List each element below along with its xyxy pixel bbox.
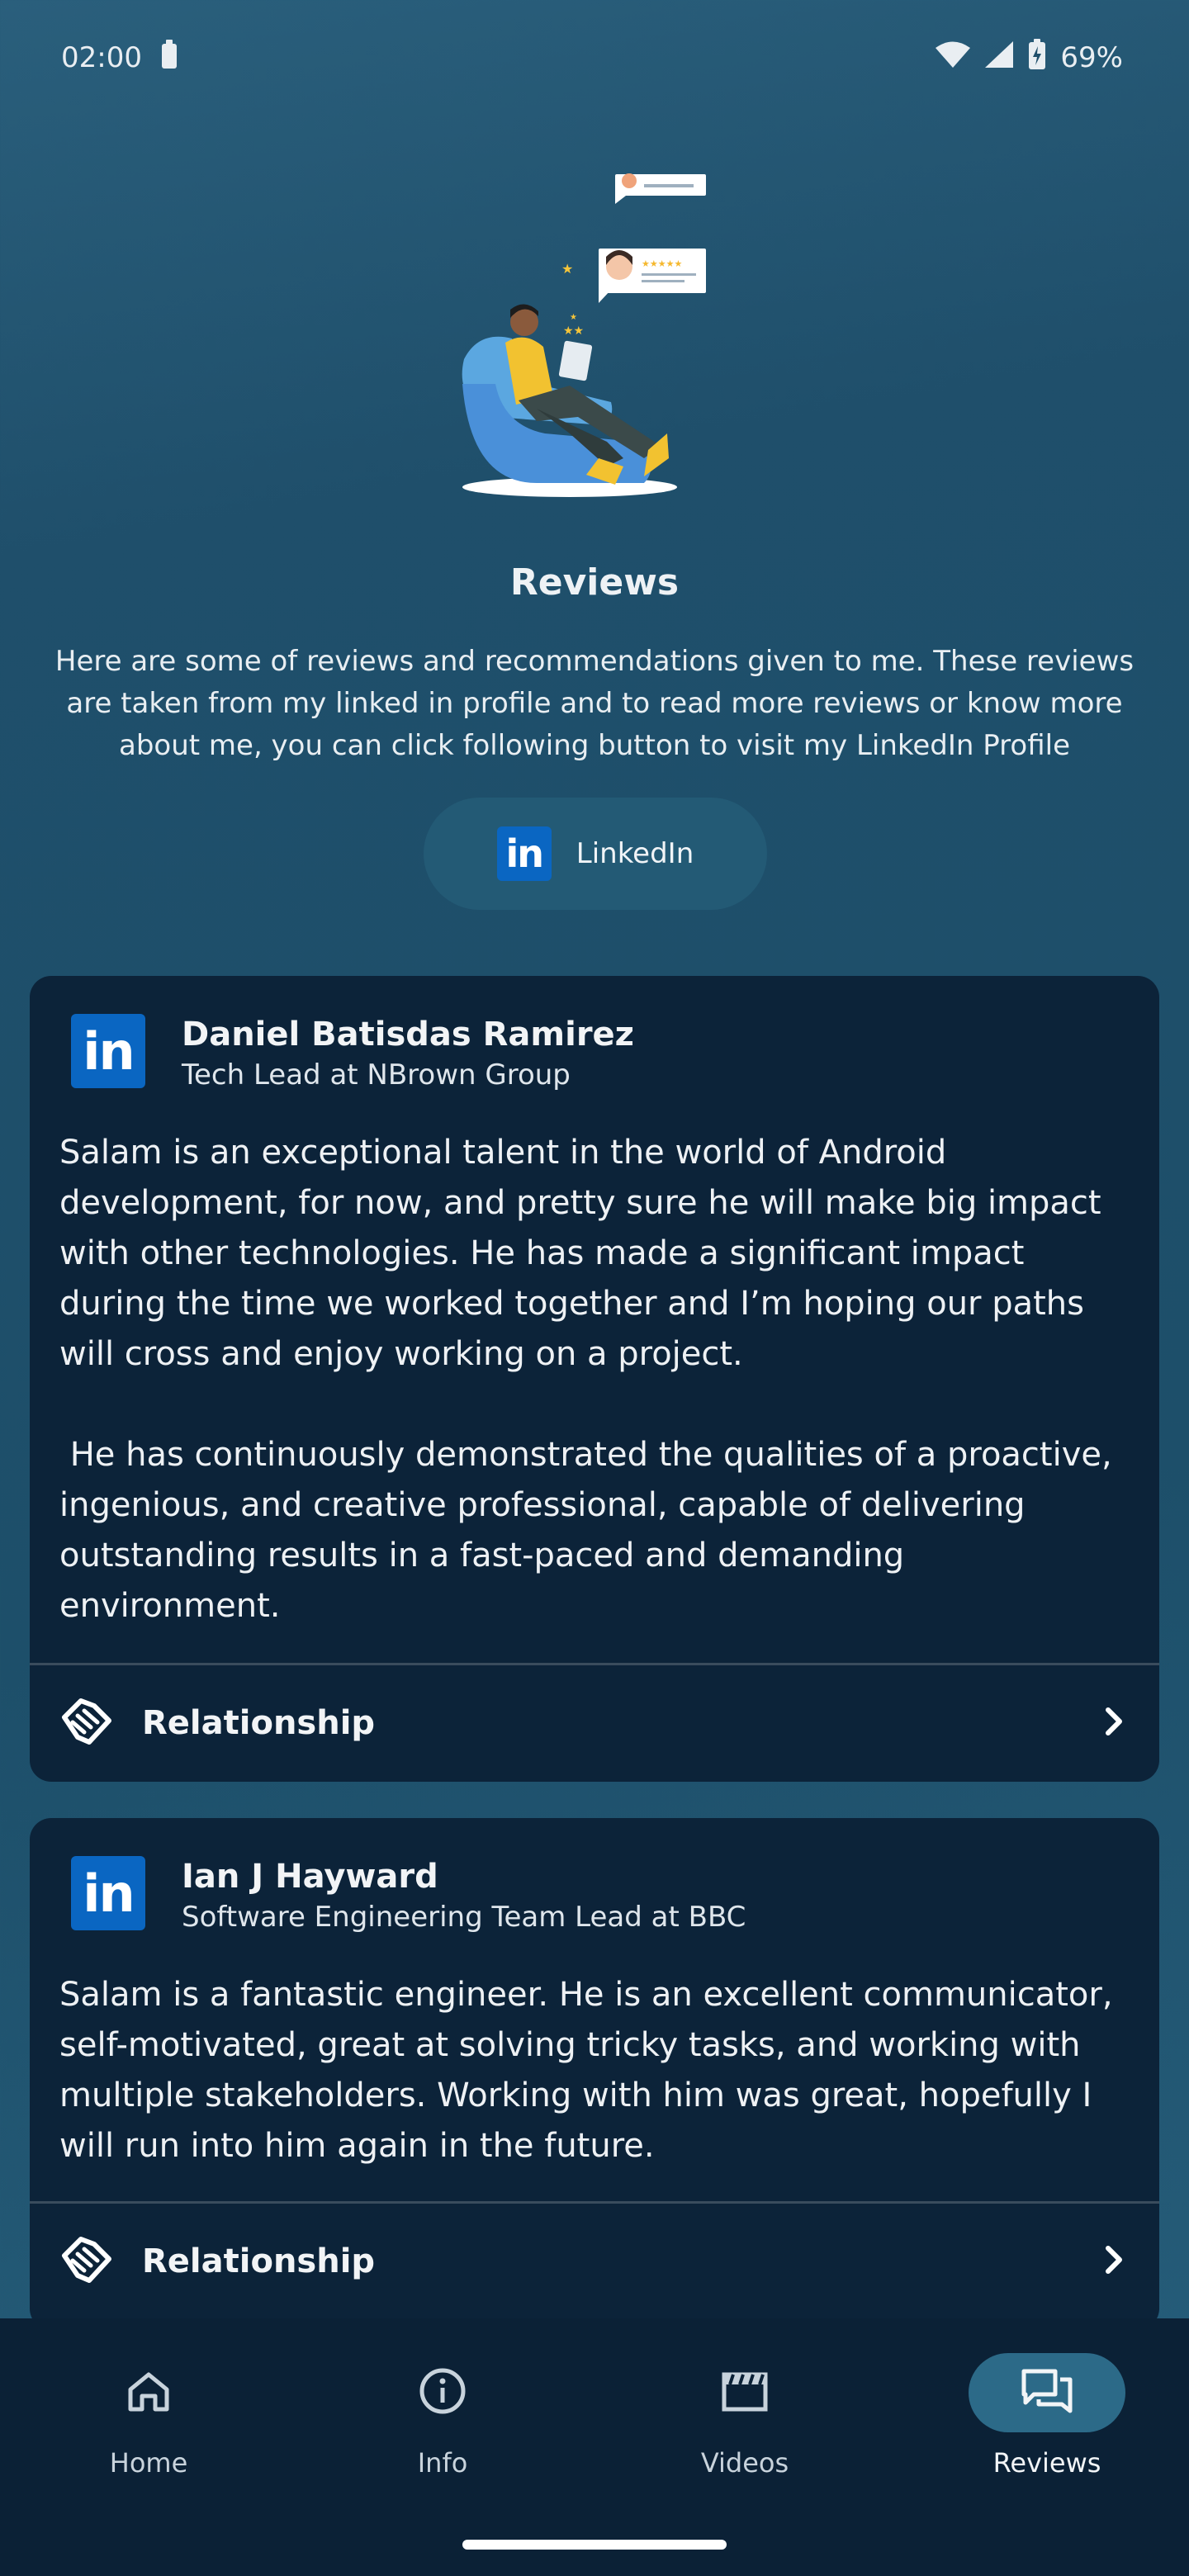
nav-label: Home	[109, 2447, 188, 2479]
handshake-icon	[61, 2236, 112, 2287]
status-bar: 02:00 69%	[0, 0, 1189, 116]
linkedin-button-label: LinkedIn	[576, 837, 694, 870]
reviewer-name: Daniel Batisdas Ramirez	[182, 1016, 634, 1054]
reviewer-role: Tech Lead at NBrown Group	[182, 1058, 571, 1091]
chevron-right-icon	[1101, 1705, 1126, 1741]
svg-text:★: ★	[561, 261, 573, 277]
svg-text:★★: ★★	[563, 324, 584, 338]
linkedin-icon: in	[71, 1014, 145, 1088]
battery-icon	[1027, 38, 1047, 78]
nav-label: Info	[417, 2447, 468, 2479]
reviewer-role: Software Engineering Team Lead at BBC	[182, 1901, 746, 1934]
reviews-illustration: ★★★★★ ★ ★★ ★	[446, 169, 727, 508]
nav-item-reviews[interactable]: Reviews	[898, 2353, 1189, 2502]
svg-text:★★★★★: ★★★★★	[642, 258, 682, 269]
relationship-row[interactable]: Relationship	[30, 1665, 1159, 1781]
wifi-icon	[935, 40, 971, 76]
battery-saver-icon	[160, 39, 178, 78]
nav-item-videos[interactable]: Videos	[596, 2353, 893, 2502]
relationship-label: Relationship	[142, 2242, 376, 2280]
nav-item-info[interactable]: Info	[294, 2353, 591, 2502]
nav-label: Videos	[700, 2447, 789, 2479]
home-indicator[interactable]	[462, 2540, 727, 2550]
signal-icon	[984, 40, 1014, 76]
review-card: in Daniel Batisdas Ramirez Tech Lead at …	[30, 976, 1159, 1782]
linkedin-profile-button[interactable]: in LinkedIn	[424, 798, 767, 910]
review-card: in Ian J Hayward Software Engineering Te…	[30, 1818, 1159, 2330]
relationship-row[interactable]: Relationship	[30, 2204, 1159, 2319]
svg-text:★: ★	[570, 313, 577, 322]
bottom-navigation: Home Info Videos Reviews	[0, 2318, 1189, 2576]
review-text: Salam is an exceptional talent in the wo…	[59, 1134, 1112, 1625]
reviewer-name: Ian J Hayward	[182, 1858, 438, 1896]
page-title: Reviews	[509, 561, 680, 604]
nav-label: Reviews	[992, 2447, 1101, 2479]
videos-icon	[720, 2368, 770, 2417]
relationship-label: Relationship	[142, 1704, 376, 1742]
home-icon	[124, 2368, 173, 2417]
info-icon	[418, 2366, 467, 2419]
reviews-icon	[1021, 2366, 1073, 2419]
linkedin-icon: in	[71, 1856, 145, 1930]
linkedin-icon: in	[496, 826, 552, 881]
nav-item-home[interactable]: Home	[0, 2353, 297, 2502]
chevron-right-icon	[1101, 2243, 1126, 2280]
review-text: Salam is a fantastic engineer. He is an …	[59, 1976, 1124, 2165]
intro-text: Here are some of reviews and recommendat…	[54, 645, 1135, 762]
status-time: 02:00	[61, 41, 142, 74]
handshake-icon	[61, 1698, 112, 1749]
battery-percent: 69%	[1060, 41, 1123, 74]
